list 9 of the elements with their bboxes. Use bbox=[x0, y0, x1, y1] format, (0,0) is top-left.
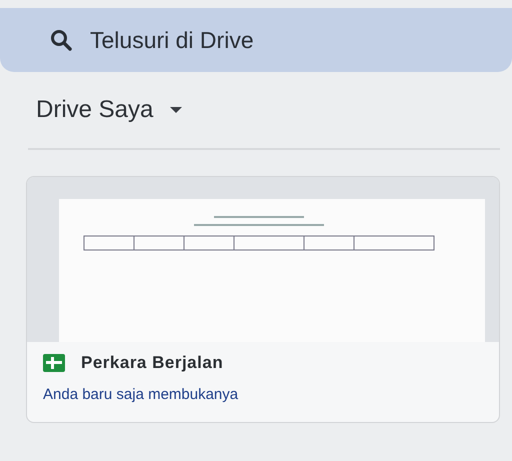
spreadsheet-icon bbox=[43, 354, 65, 372]
file-name: Perkara Berjalan bbox=[81, 352, 224, 374]
file-subtitle: Anda baru saja membukanya bbox=[43, 384, 240, 404]
file-card[interactable]: Perkara Berjalan Anda baru saja membukanya bbox=[26, 176, 500, 423]
folder-title: Drive Saya bbox=[36, 95, 154, 125]
caret-icon[interactable] bbox=[169, 106, 184, 114]
search-icon[interactable] bbox=[50, 29, 72, 51]
search-field[interactable]: Telusuri di Drive bbox=[0, 8, 512, 72]
search-input[interactable]: Telusuri di Drive bbox=[88, 22, 388, 58]
